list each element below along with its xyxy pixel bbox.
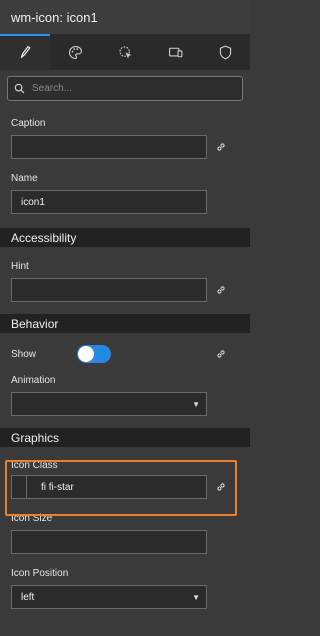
caption-field[interactable] bbox=[11, 135, 207, 159]
link-icon[interactable] bbox=[215, 141, 227, 153]
palette-icon bbox=[68, 45, 82, 59]
section-accessibility[interactable]: Accessibility bbox=[0, 228, 250, 247]
cursor-click-icon bbox=[118, 45, 131, 58]
section-graphics[interactable]: Graphics bbox=[0, 428, 250, 447]
tab-bar bbox=[0, 34, 250, 70]
pencil-icon bbox=[20, 45, 31, 58]
tab-properties[interactable] bbox=[0, 34, 50, 70]
tab-device[interactable] bbox=[150, 34, 200, 70]
search-input[interactable] bbox=[30, 82, 214, 95]
tab-security[interactable] bbox=[200, 34, 250, 70]
link-icon[interactable] bbox=[215, 284, 227, 296]
tab-events[interactable] bbox=[100, 34, 150, 70]
show-toggle[interactable] bbox=[77, 345, 111, 363]
dropdown-caret-icon: ▼ bbox=[192, 592, 200, 602]
show-label: Show bbox=[11, 348, 37, 360]
devices-icon bbox=[168, 47, 182, 57]
search-box bbox=[7, 76, 243, 101]
link-icon[interactable] bbox=[215, 348, 227, 360]
hint-field[interactable] bbox=[11, 278, 207, 302]
icon-class-highlight bbox=[5, 460, 237, 516]
animation-label: Animation bbox=[11, 375, 56, 386]
search-icon bbox=[14, 83, 25, 94]
shield-icon bbox=[219, 45, 231, 59]
icon-position-value: left bbox=[21, 591, 35, 603]
tab-styles[interactable] bbox=[50, 34, 100, 70]
caption-label: Caption bbox=[11, 118, 46, 129]
name-field[interactable]: icon1 bbox=[11, 190, 207, 214]
animation-select[interactable]: ▼ bbox=[11, 392, 207, 416]
name-label: Name bbox=[11, 173, 38, 184]
icon-size-field[interactable] bbox=[11, 530, 207, 554]
icon-position-select[interactable]: left ▼ bbox=[11, 585, 207, 609]
icon-position-label: Icon Position bbox=[11, 568, 69, 579]
section-behavior[interactable]: Behavior bbox=[0, 314, 250, 333]
toggle-knob bbox=[78, 346, 94, 362]
toggle-indicator bbox=[96, 348, 108, 360]
panel-title: wm-icon: icon1 bbox=[0, 0, 250, 34]
dropdown-caret-icon: ▼ bbox=[192, 399, 200, 409]
hint-label: Hint bbox=[11, 261, 29, 272]
